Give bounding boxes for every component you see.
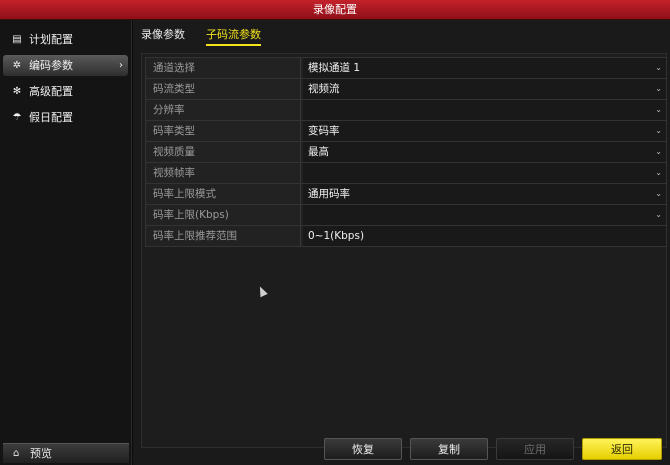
sidebar-item-label: 假日配置 [29, 111, 73, 124]
umbrella-icon: ☂ [12, 112, 22, 123]
row-video-quality[interactable]: 视频质量 最高 ⌄ [145, 141, 667, 163]
sidebar-item-label: 计划配置 [29, 33, 73, 46]
row-label: 视频质量 [146, 142, 301, 162]
sidebar-item-label: 高级配置 [29, 85, 73, 98]
tab-record-params[interactable]: 录像参数 [141, 26, 185, 44]
chevron-down-icon: ⌄ [655, 147, 662, 156]
sidebar-item-advanced[interactable]: ✻ 高级配置 [3, 81, 128, 102]
preview-label: 预览 [30, 447, 52, 460]
row-channel[interactable]: 通道选择 模拟通道 1 ⌄ [145, 57, 667, 79]
chevron-down-icon: ⌄ [655, 126, 662, 135]
row-label: 码率上限推荐范围 [146, 226, 301, 246]
settings-icon: ✻ [12, 86, 22, 97]
row-label: 视频帧率 [146, 163, 301, 183]
row-label: 通道选择 [146, 58, 301, 78]
tab-bar: 录像参数 子码流参数 [133, 20, 670, 48]
sidebar-item-holiday[interactable]: ☂ 假日配置 [3, 107, 128, 128]
back-button[interactable]: 返回 [582, 438, 662, 460]
bitrate-limit-select[interactable] [303, 205, 666, 225]
chevron-down-icon: ⌄ [655, 105, 662, 114]
chevron-right-icon: › [119, 60, 123, 71]
row-resolution[interactable]: 分辨率 ⌄ [145, 99, 667, 121]
home-icon: ⌂ [13, 448, 20, 459]
resolution-select[interactable] [303, 100, 666, 120]
settings-panel: 通道选择 模拟通道 1 ⌄ 码流类型 视频流 ⌄ 分辨率 ⌄ 码率类型 变码率 … [141, 53, 667, 448]
row-label: 分辨率 [146, 100, 301, 120]
channel-select[interactable]: 模拟通道 1 [303, 58, 666, 78]
row-frame-rate[interactable]: 视频帧率 ⌄ [145, 162, 667, 184]
frame-rate-select[interactable] [303, 163, 666, 183]
chevron-down-icon: ⌄ [655, 210, 662, 219]
sidebar-item-label: 编码参数 [29, 59, 73, 72]
video-quality-select[interactable]: 最高 [303, 142, 666, 162]
sidebar-item-schedule[interactable]: ▤ 计划配置 [3, 29, 128, 50]
chevron-down-icon: ⌄ [655, 189, 662, 198]
gear-icon: ✲ [12, 60, 22, 71]
preview-button[interactable]: ⌂ 预览 [3, 443, 129, 463]
sidebar-item-encoding[interactable]: ✲ 编码参数 › [3, 55, 128, 76]
row-bitrate-limit[interactable]: 码率上限(Kbps) ⌄ [145, 204, 667, 226]
chevron-down-icon: ⌄ [655, 168, 662, 177]
row-bitrate-limit-mode[interactable]: 码率上限模式 通用码率 ⌄ [145, 183, 667, 205]
row-label: 码流类型 [146, 79, 301, 99]
apply-button[interactable]: 应用 [496, 438, 574, 460]
stream-type-select[interactable]: 视频流 [303, 79, 666, 99]
bitrate-range-value: 0~1(Kbps) [303, 226, 666, 246]
row-label: 码率上限(Kbps) [146, 205, 301, 225]
sidebar: ▤ 计划配置 ✲ 编码参数 › ✻ 高级配置 ☂ 假日配置 ⌂ 预览 [0, 20, 132, 465]
row-stream-type[interactable]: 码流类型 视频流 ⌄ [145, 78, 667, 100]
window-title: 录像配置 [0, 0, 670, 20]
chevron-down-icon: ⌄ [655, 63, 662, 72]
row-bitrate-type[interactable]: 码率类型 变码率 ⌄ [145, 120, 667, 142]
main-content: 录像参数 子码流参数 通道选择 模拟通道 1 ⌄ 码流类型 视频流 ⌄ 分辨率 … [133, 20, 670, 465]
restore-button[interactable]: 恢复 [324, 438, 402, 460]
bitrate-type-select[interactable]: 变码率 [303, 121, 666, 141]
bitrate-limit-mode-select[interactable]: 通用码率 [303, 184, 666, 204]
row-label: 码率类型 [146, 121, 301, 141]
row-label: 码率上限模式 [146, 184, 301, 204]
row-bitrate-range: 码率上限推荐范围 0~1(Kbps) [145, 225, 667, 247]
tab-substream-params[interactable]: 子码流参数 [206, 26, 261, 46]
chevron-down-icon: ⌄ [655, 84, 662, 93]
copy-button[interactable]: 复制 [410, 438, 488, 460]
calendar-icon: ▤ [12, 34, 22, 45]
